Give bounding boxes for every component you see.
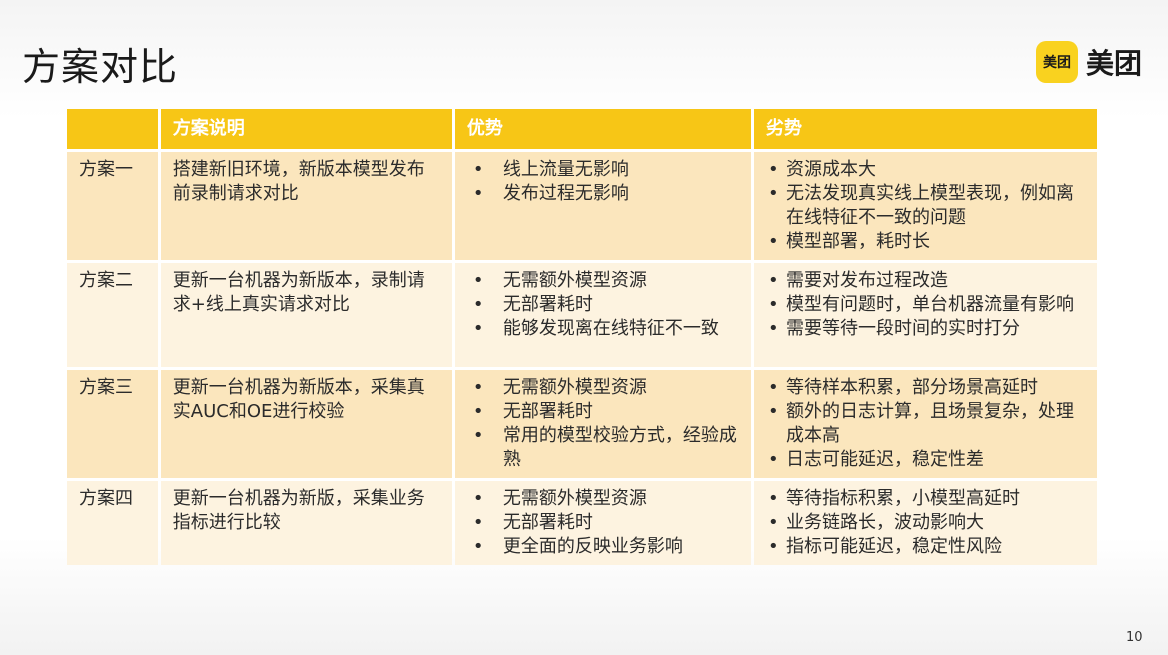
scheme-description: 更新一台机器为新版，采集业务指标进行比较 [160, 481, 452, 565]
disadvantage-item: 模型有问题时，单台机器流量有影响 [764, 293, 1089, 317]
advantage-item: 常用的模型校验方式，经验成熟 [465, 424, 743, 472]
disadvantage-item: 资源成本大 [764, 158, 1089, 182]
disadvantages-cell: 等待样本积累，部分场景高延时 额外的日志计算，且场景复杂，处理成本高 日志可能延… [754, 370, 1097, 478]
disadvantage-item: 需要对发布过程改造 [764, 269, 1089, 293]
disadvantage-item: 指标可能延迟，稳定性风险 [764, 535, 1089, 559]
logo-text: 美团 [1086, 47, 1143, 80]
slide-title: 方案对比 [22, 45, 179, 89]
disadvantage-item: 模型部署，耗时长 [764, 230, 1089, 254]
page-number: 10 [1126, 630, 1143, 645]
scheme-description: 更新一台机器为新版本，采集真实AUC和OE进行校验 [160, 370, 452, 478]
logo-badge: 美团 [1036, 41, 1078, 83]
disadvantage-item: 日志可能延迟，稳定性差 [764, 448, 1089, 472]
disadvantages-cell: 资源成本大 无法发现真实线上模型表现，例如离在线特征不一致的问题 模型部署，耗时… [754, 152, 1097, 260]
table-row: 方案一 搭建新旧环境，新版本模型发布前录制请求对比 线上流量无影响 发布过程无影… [67, 152, 1097, 260]
scheme-description: 搭建新旧环境，新版本模型发布前录制请求对比 [160, 152, 452, 260]
advantage-item: 无部署耗时 [465, 511, 743, 535]
disadvantage-item: 额外的日志计算，且场景复杂，处理成本高 [764, 400, 1089, 448]
scheme-name: 方案三 [67, 370, 158, 478]
disadvantage-item: 等待样本积累，部分场景高延时 [764, 376, 1089, 400]
table-row: 方案二 更新一台机器为新版本，录制请求+线上真实请求对比 无需额外模型资源 无部… [67, 263, 1097, 367]
advantages-cell: 无需额外模型资源 无部署耗时 常用的模型校验方式，经验成熟 [454, 370, 752, 478]
header-description: 方案说明 [160, 109, 452, 149]
disadvantage-item: 业务链路长，波动影响大 [764, 511, 1089, 535]
header-empty [67, 109, 158, 149]
advantage-item: 无部署耗时 [465, 400, 743, 424]
scheme-description: 更新一台机器为新版本，录制请求+线上真实请求对比 [160, 263, 452, 367]
disadvantage-item: 等待指标积累，小模型高延时 [764, 487, 1089, 511]
scheme-name: 方案四 [67, 481, 158, 565]
disadvantage-item: 无法发现真实线上模型表现，例如离在线特征不一致的问题 [764, 182, 1089, 230]
advantage-item: 发布过程无影响 [465, 182, 743, 206]
disadvantage-item: 需要等待一段时间的实时打分 [764, 317, 1089, 341]
header-disadvantages: 劣势 [754, 109, 1097, 149]
scheme-name: 方案二 [67, 263, 158, 367]
table-row: 方案四 更新一台机器为新版，采集业务指标进行比较 无需额外模型资源 无部署耗时 … [67, 481, 1097, 565]
advantage-item: 无需额外模型资源 [465, 487, 743, 511]
comparison-table: 方案说明 优势 劣势 方案一 搭建新旧环境，新版本模型发布前录制请求对比 线上流… [64, 106, 1100, 568]
advantage-item: 无需额外模型资源 [465, 269, 743, 293]
advantage-item: 线上流量无影响 [465, 158, 743, 182]
advantage-item: 无部署耗时 [465, 293, 743, 317]
disadvantages-cell: 等待指标积累，小模型高延时 业务链路长，波动影响大 指标可能延迟，稳定性风险 [754, 481, 1097, 565]
advantages-cell: 无需额外模型资源 无部署耗时 更全面的反映业务影响 [454, 481, 752, 565]
advantage-item: 无需额外模型资源 [465, 376, 743, 400]
advantage-item: 更全面的反映业务影响 [465, 535, 743, 559]
advantages-cell: 无需额外模型资源 无部署耗时 能够发现离在线特征不一致 [454, 263, 752, 367]
advantage-item: 能够发现离在线特征不一致 [465, 317, 743, 341]
table-header-row: 方案说明 优势 劣势 [67, 109, 1097, 149]
disadvantages-cell: 需要对发布过程改造 模型有问题时，单台机器流量有影响 需要等待一段时间的实时打分 [754, 263, 1097, 367]
table-row: 方案三 更新一台机器为新版本，采集真实AUC和OE进行校验 无需额外模型资源 无… [67, 370, 1097, 478]
meituan-logo: 美团 美团 [1036, 40, 1142, 84]
header-advantages: 优势 [454, 109, 752, 149]
advantages-cell: 线上流量无影响 发布过程无影响 [454, 152, 752, 260]
scheme-name: 方案一 [67, 152, 158, 260]
